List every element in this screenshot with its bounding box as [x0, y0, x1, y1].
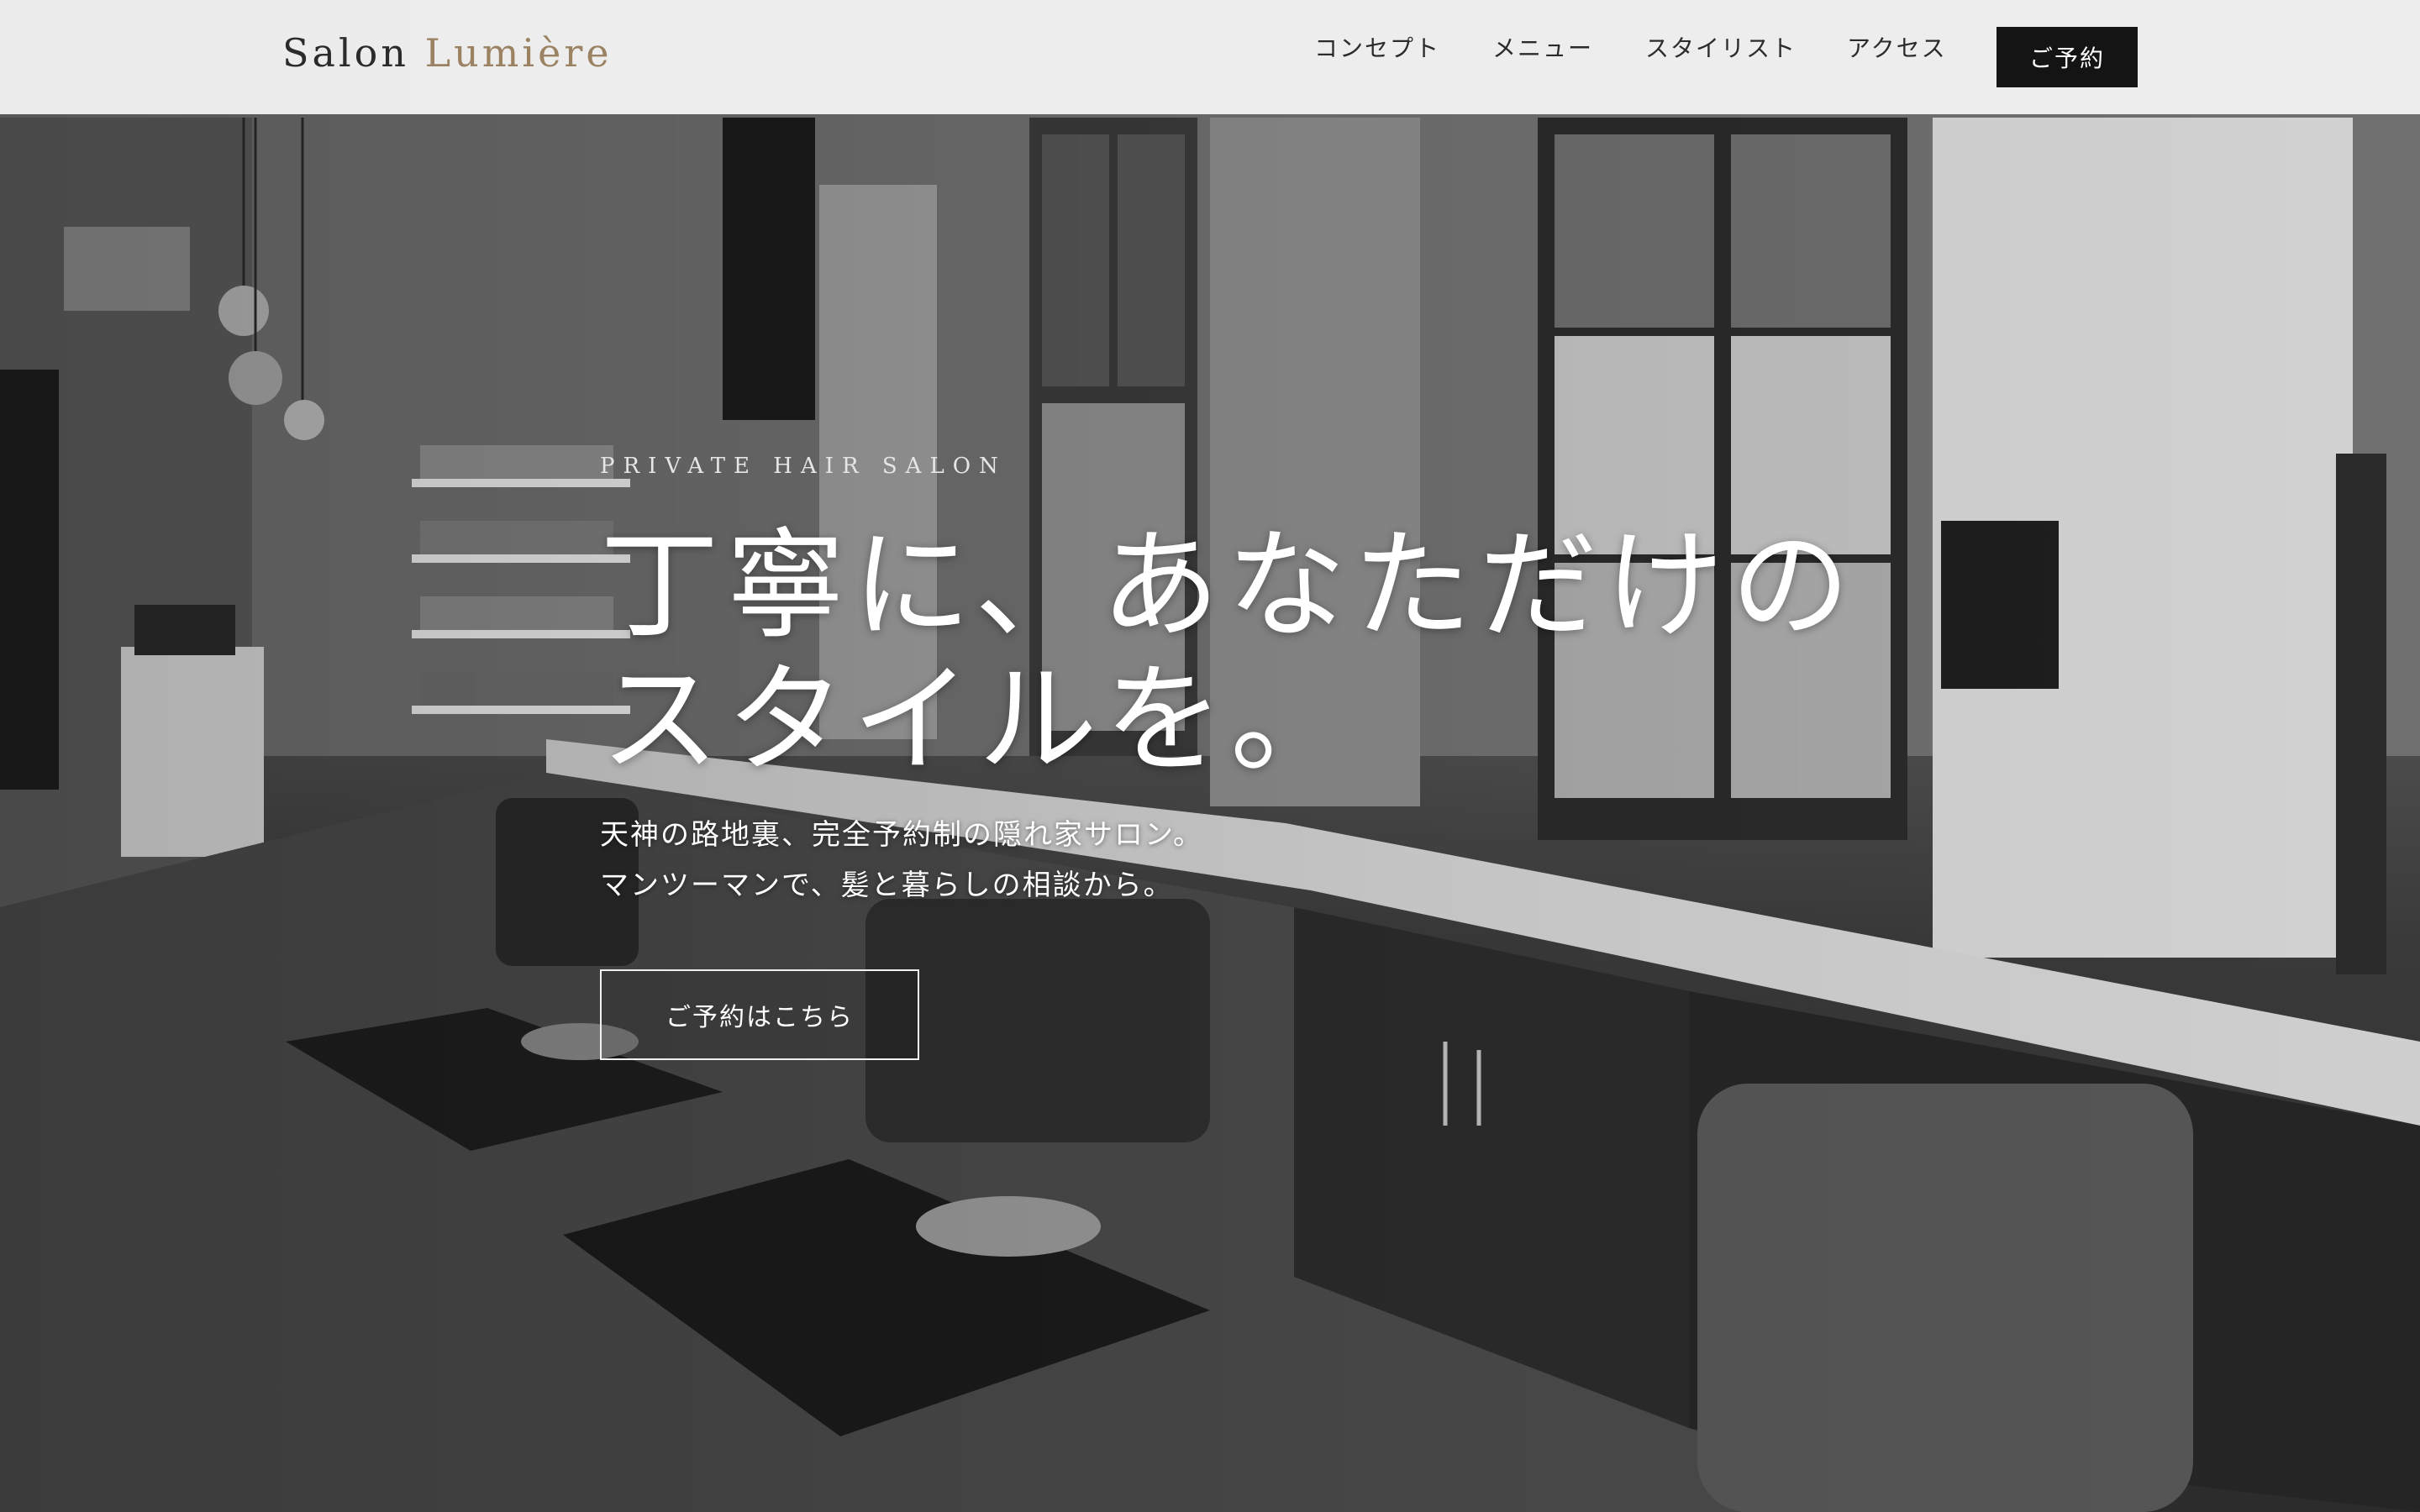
site-header: Salon Lumière コンセプト メニュー スタイリスト アクセス ご予約 — [0, 0, 2420, 114]
nav-link-stylist[interactable]: スタイリスト — [1645, 30, 1797, 64]
hero-subtext-line-2: マンツーマンで、髪と暮らしの相談から。 — [600, 869, 1174, 902]
hero-subtext-line-1: 天神の路地裏、完全予約制の隠れ家サロン。 — [600, 818, 1203, 852]
hero-eyebrow: PRIVATE HAIR SALON — [600, 454, 1007, 479]
hero-reserve-cta-button[interactable]: ご予約はこちら — [600, 969, 919, 1060]
hero-headline: 丁寧に、あなただけの スタイルを。 — [600, 519, 1944, 788]
hero-headline-line-1: 丁寧に、あなただけの — [600, 517, 1857, 655]
hero-headline-line-2: スタイルを。 — [600, 651, 1356, 790]
nav-link-access[interactable]: アクセス — [1847, 30, 1947, 64]
nav-link-menu[interactable]: メニュー — [1492, 30, 1593, 64]
site-logo[interactable]: Salon Lumière — [282, 30, 613, 76]
nav-link-concept[interactable]: コンセプト — [1314, 30, 1440, 64]
logo-primary-text: Salon — [282, 30, 409, 76]
hero-subtext: 天神の路地裏、完全予約制の隠れ家サロン。 マンツーマンで、髪と暮らしの相談から。 — [600, 810, 1203, 911]
logo-accent-text: Lumière — [424, 30, 613, 76]
header-reserve-button[interactable]: ご予約 — [1996, 27, 2138, 87]
